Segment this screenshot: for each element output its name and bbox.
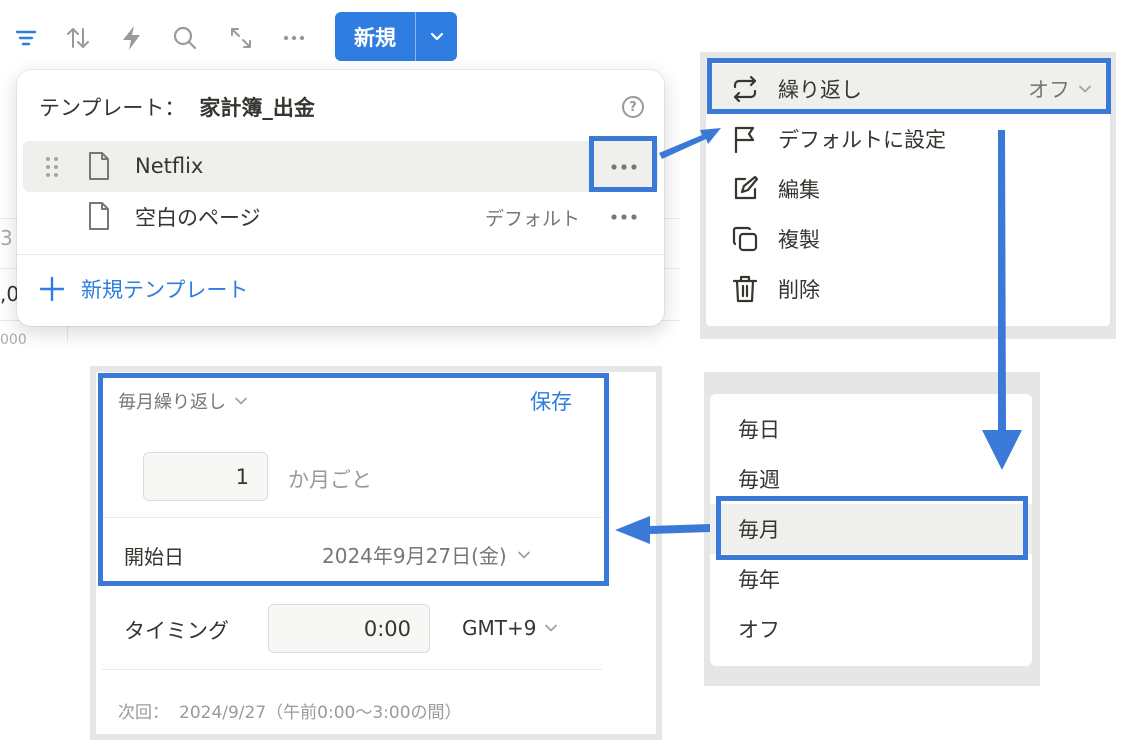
- expand-icon[interactable]: [227, 24, 255, 52]
- frequency-option-daily[interactable]: 毎日: [710, 404, 1032, 454]
- next-run-value: 2024/9/27（午前0:00〜3:00の間）: [179, 703, 462, 723]
- menu-item-label: 編集: [778, 178, 820, 202]
- menu-item-set-default[interactable]: デフォルトに設定: [706, 114, 1110, 164]
- menu-item-label: 削除: [778, 278, 820, 302]
- highlight-box: [707, 58, 1111, 114]
- menu-item-delete[interactable]: 削除: [706, 264, 1110, 314]
- divider: [102, 669, 602, 670]
- menu-item-edit[interactable]: 編集: [706, 164, 1110, 214]
- template-popup: テンプレート： 家計簿_出金 ? Netflix 空白のページ デフォルト 新規…: [17, 70, 664, 326]
- more-icon[interactable]: [280, 24, 308, 52]
- search-icon[interactable]: [171, 24, 199, 52]
- table-cell: 000: [0, 332, 27, 348]
- toolbar: 新規: [0, 0, 680, 70]
- new-template-label: 新規テンプレート: [81, 278, 249, 302]
- more-icon[interactable]: [610, 213, 638, 221]
- filter-icon[interactable]: [12, 24, 40, 52]
- timing-input[interactable]: 0:00: [268, 604, 430, 653]
- highlight-box: [716, 496, 1028, 560]
- template-title-prefix: テンプレート：: [39, 96, 186, 120]
- menu-item-duplicate[interactable]: 複製: [706, 214, 1110, 264]
- menu-item-label: 複製: [778, 228, 820, 252]
- default-badge: デフォルト: [485, 208, 581, 230]
- sort-icon[interactable]: [64, 24, 92, 52]
- frequency-option-off[interactable]: オフ: [710, 604, 1032, 654]
- next-run-label: 次回：: [118, 703, 169, 723]
- page-icon: [87, 201, 111, 231]
- help-icon[interactable]: ?: [622, 96, 644, 118]
- chevron-down-icon[interactable]: [416, 12, 457, 61]
- template-title-name: 家計簿_出金: [199, 96, 315, 120]
- highlight-box: [98, 373, 609, 586]
- drag-handle-icon[interactable]: [45, 156, 59, 178]
- new-button[interactable]: 新規: [335, 12, 457, 61]
- template-label: 空白のページ: [135, 206, 261, 230]
- template-row-netflix[interactable]: [23, 141, 658, 192]
- duplicate-icon: [730, 226, 760, 252]
- template-label: Netflix: [135, 154, 204, 178]
- frequency-option-yearly[interactable]: 毎年: [710, 554, 1032, 604]
- highlight-box: [589, 136, 657, 192]
- page-icon: [87, 151, 111, 181]
- timezone-select[interactable]: GMT+9: [462, 616, 558, 640]
- edit-icon: [730, 176, 760, 202]
- timezone-value: GMT+9: [462, 616, 537, 640]
- chevron-down-icon: [544, 621, 558, 635]
- lightning-icon[interactable]: [118, 24, 146, 52]
- plus-icon: [39, 276, 65, 302]
- flag-icon: [730, 125, 760, 153]
- timing-label: タイミング: [124, 619, 229, 643]
- next-run-info: 次回： 2024/9/27（午前0:00〜3:00の間）: [118, 698, 462, 723]
- trash-icon: [730, 275, 760, 303]
- divider: [17, 254, 664, 255]
- timing-value: 0:00: [363, 616, 411, 641]
- new-button-label[interactable]: 新規: [335, 12, 415, 61]
- menu-item-label: デフォルトに設定: [778, 128, 946, 152]
- table-cell: 3: [0, 226, 13, 250]
- new-template-button[interactable]: 新規テンプレート: [39, 274, 248, 304]
- template-popup-title: テンプレート： 家計簿_出金: [39, 92, 315, 122]
